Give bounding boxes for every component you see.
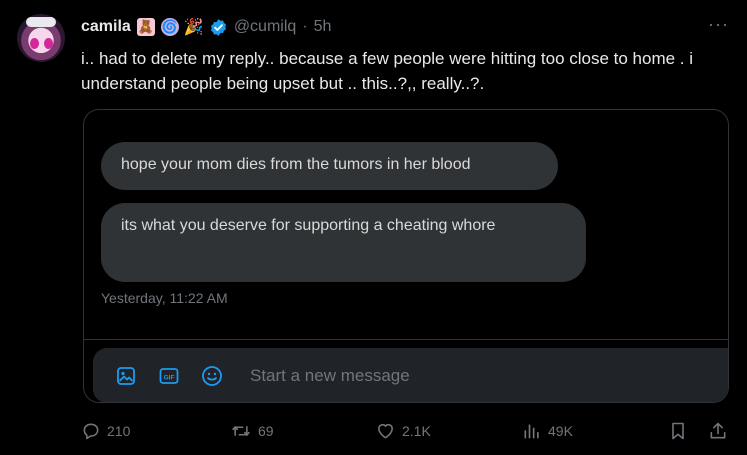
verified-badge-icon[interactable] xyxy=(209,18,228,37)
tweet-text: i.. had to delete my reply.. because a f… xyxy=(81,49,694,93)
retweet-icon xyxy=(232,426,250,436)
more-options-icon[interactable]: ··· xyxy=(708,15,729,33)
bookmark-icon xyxy=(672,422,684,440)
swirl-emoji-icon: 🌀 xyxy=(160,18,179,36)
bear-emoji-icon: 🧸 xyxy=(136,18,155,36)
views-count: 49K xyxy=(548,423,573,439)
attached-image[interactable]: hope your mom dies from the tumors in he… xyxy=(83,109,729,403)
bookmark-button[interactable] xyxy=(668,421,688,441)
tweet-time[interactable]: 5h xyxy=(314,18,332,36)
message-bubble: its what you deserve for supporting a ch… xyxy=(101,203,586,282)
avatar-eye-right xyxy=(44,38,53,49)
image-icon xyxy=(113,363,139,389)
heart-icon xyxy=(378,423,393,439)
avatar[interactable] xyxy=(17,14,65,62)
svg-text:GIF: GIF xyxy=(164,374,175,381)
author-name[interactable]: camila xyxy=(81,18,131,36)
reply-count: 210 xyxy=(107,423,131,439)
party-emoji-icon: 🎉 xyxy=(183,19,204,36)
message-composer: GIF Start a new message xyxy=(93,348,728,402)
gif-icon: GIF xyxy=(156,363,182,389)
retweet-count: 69 xyxy=(258,423,274,439)
share-button[interactable] xyxy=(708,421,728,441)
reply-icon xyxy=(83,423,99,440)
composer-placeholder: Start a new message xyxy=(250,365,410,385)
retweet-button[interactable]: 69 xyxy=(230,421,274,441)
message-bubble: hope your mom dies from the tumors in he… xyxy=(101,142,558,190)
views-icon xyxy=(524,424,539,439)
message-timestamp: Yesterday, 11:22 AM xyxy=(101,290,228,306)
avatar-bow xyxy=(26,17,56,27)
reply-button[interactable]: 210 xyxy=(81,421,130,441)
like-count: 2.1K xyxy=(402,423,431,439)
divider xyxy=(84,339,728,340)
tweet-actions: 210 69 2.1K 49K xyxy=(0,421,747,443)
tweet-header: camila 🧸 🌀 🎉 @cumilq · 5h xyxy=(81,16,331,38)
avatar-eye-left xyxy=(30,38,39,49)
views-button[interactable]: 49K xyxy=(522,421,573,441)
header-separator: · xyxy=(302,18,308,35)
share-icon xyxy=(710,422,726,439)
like-button[interactable]: 2.1K xyxy=(375,421,431,441)
author-handle[interactable]: @cumilq xyxy=(234,18,296,36)
emoji-icon xyxy=(199,363,225,389)
